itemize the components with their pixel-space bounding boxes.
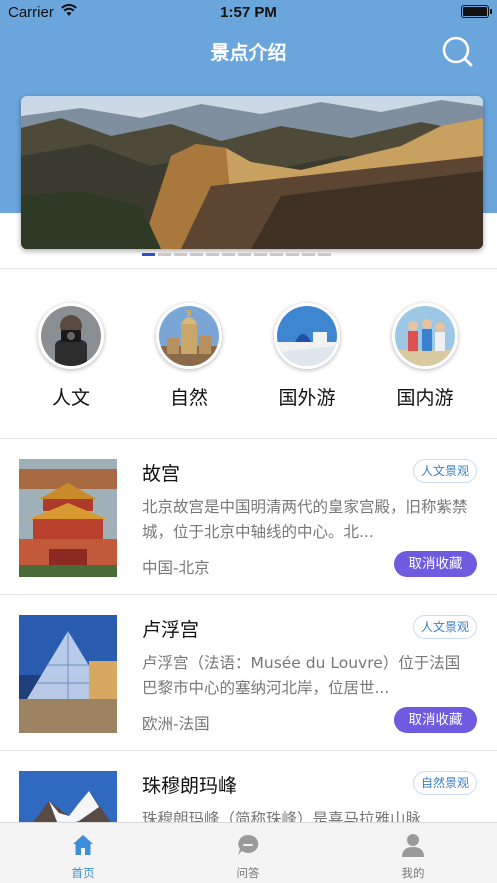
- page-title: 景点介绍: [210, 42, 287, 64]
- category-nature-image: [156, 303, 222, 369]
- attraction-item-louvre[interactable]: 卢浮宫 人文景观 卢浮宫（法语：Musée du Louvre）位于法国巴黎市中…: [0, 595, 497, 750]
- banner-carousel[interactable]: [21, 96, 483, 249]
- chat-icon: [238, 834, 259, 855]
- carousel-dot[interactable]: [222, 253, 235, 256]
- category-label: 国内游: [396, 387, 454, 409]
- attraction-name: 卢浮宫: [142, 619, 200, 641]
- tab-label: 问答: [236, 866, 260, 880]
- tab-home[interactable]: 首页: [33, 823, 133, 883]
- attraction-tag: 自然景观: [412, 771, 477, 795]
- attraction-item-forbidden-city[interactable]: 故宫 人文景观 北京故宫是中国明清两代的皇家宫殿，旧称紫禁城，位于北京中轴线的中…: [0, 439, 497, 594]
- category-label: 国外游: [278, 387, 336, 409]
- category-overseas-image: [274, 303, 340, 369]
- carousel-dot[interactable]: [206, 253, 219, 256]
- tab-qa[interactable]: 问答: [198, 823, 298, 883]
- home-icon: [73, 835, 93, 855]
- battery-icon: [461, 5, 492, 18]
- category-culture[interactable]: 人文: [36, 303, 106, 410]
- attraction-description: 卢浮宫（法语：Musée du Louvre）位于法国巴黎市中心的塞纳河北岸，位…: [142, 654, 461, 697]
- carousel-dot[interactable]: [286, 253, 299, 256]
- status-bar: Carrier 1:57 PM: [0, 0, 497, 26]
- carousel-page-indicator[interactable]: [142, 253, 331, 256]
- search-icon[interactable]: [440, 34, 474, 68]
- carousel-dot[interactable]: [142, 253, 155, 256]
- category-culture-image: [38, 303, 104, 369]
- carousel-dot[interactable]: [270, 253, 283, 256]
- carousel-dot[interactable]: [238, 253, 251, 256]
- carousel-dot[interactable]: [318, 253, 331, 256]
- carousel-dot[interactable]: [302, 253, 315, 256]
- banner-great-wall-image: [21, 96, 483, 249]
- category-overseas[interactable]: 国外游: [272, 303, 342, 410]
- status-time: 1:57 PM: [220, 4, 277, 21]
- unfavorite-button[interactable]: 取消收藏: [394, 551, 477, 577]
- attraction-location: 欧洲-法国: [142, 715, 210, 733]
- attraction-description: 北京故宫是中国明清两代的皇家宫殿，旧称紫禁城，位于北京中轴线的中心。北...: [142, 498, 468, 541]
- carousel-dot[interactable]: [158, 253, 171, 256]
- tab-mine[interactable]: 我的: [363, 823, 463, 883]
- divider: [0, 268, 497, 269]
- attraction-thumbnail: [19, 615, 117, 733]
- category-nature[interactable]: 自然: [154, 303, 224, 410]
- attraction-name: 珠穆朗玛峰: [142, 775, 238, 797]
- category-domestic-image: [392, 303, 458, 369]
- category-domestic[interactable]: 国内游: [390, 303, 460, 410]
- tab-label: 首页: [71, 866, 95, 880]
- category-label: 人文: [51, 387, 90, 409]
- carousel-dot[interactable]: [190, 253, 203, 256]
- attraction-name: 故宫: [142, 463, 181, 485]
- person-icon: [402, 834, 424, 857]
- attraction-tag: 人文景观: [412, 459, 477, 483]
- category-label: 自然: [169, 387, 208, 409]
- tab-label: 我的: [401, 866, 425, 880]
- attraction-thumbnail: [19, 459, 117, 577]
- tab-bar: 首页 问答 我的: [0, 822, 497, 883]
- unfavorite-button[interactable]: 取消收藏: [394, 707, 477, 733]
- carousel-dot[interactable]: [254, 253, 267, 256]
- attraction-tag: 人文景观: [412, 615, 477, 639]
- carousel-dot[interactable]: [174, 253, 187, 256]
- attraction-location: 中国-北京: [142, 559, 210, 577]
